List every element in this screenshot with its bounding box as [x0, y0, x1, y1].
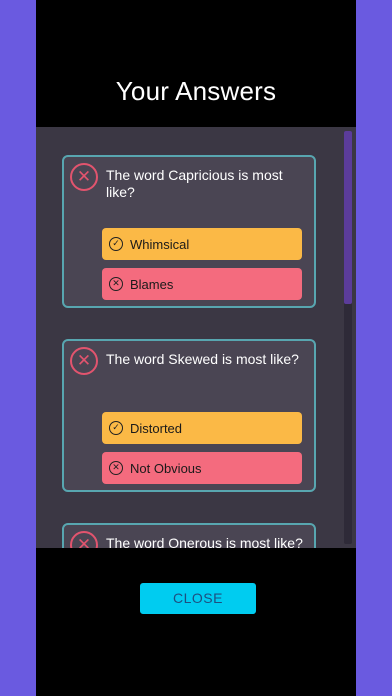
- question-text: The word Onerous is most like?: [106, 535, 303, 548]
- question-text: The word Capricious is most like?: [106, 167, 283, 200]
- question-card: ✕ The word Skewed is most like? ✓ Distor…: [62, 339, 316, 492]
- answers-list[interactable]: ✕ The word Capricious is most like? ✓ Wh…: [36, 127, 356, 548]
- close-button[interactable]: CLOSE: [140, 583, 256, 614]
- question-card: ✕ The word Capricious is most like? ✓ Wh…: [62, 155, 316, 308]
- scrollbar-thumb[interactable]: [344, 131, 352, 304]
- wrong-status-icon: ✕: [70, 163, 98, 191]
- scrollbar[interactable]: [344, 131, 352, 544]
- your-answer: ✕ Blames: [102, 268, 302, 300]
- question-card: ✕ The word Onerous is most like?: [62, 523, 316, 548]
- your-answer: ✕ Not Obvious: [102, 452, 302, 484]
- correct-answer: ✓ Whimsical: [102, 228, 302, 260]
- x-circle-icon: ✕: [109, 461, 123, 475]
- answer-label: Distorted: [130, 420, 183, 436]
- answer-label: Whimsical: [130, 236, 190, 252]
- x-circle-icon: ✕: [109, 277, 123, 291]
- correct-answer: ✓ Distorted: [102, 412, 302, 444]
- answers-screen: Your Answers ✕ The word Capricious is mo…: [36, 0, 356, 696]
- wrong-status-icon: ✕: [70, 531, 98, 548]
- wrong-status-icon: ✕: [70, 347, 98, 375]
- answer-label: Blames: [130, 276, 174, 292]
- question-text: The word Skewed is most like?: [106, 351, 299, 367]
- page-title: Your Answers: [115, 76, 277, 106]
- check-circle-icon: ✓: [109, 421, 123, 435]
- answer-label: Not Obvious: [130, 460, 202, 476]
- check-circle-icon: ✓: [109, 237, 123, 251]
